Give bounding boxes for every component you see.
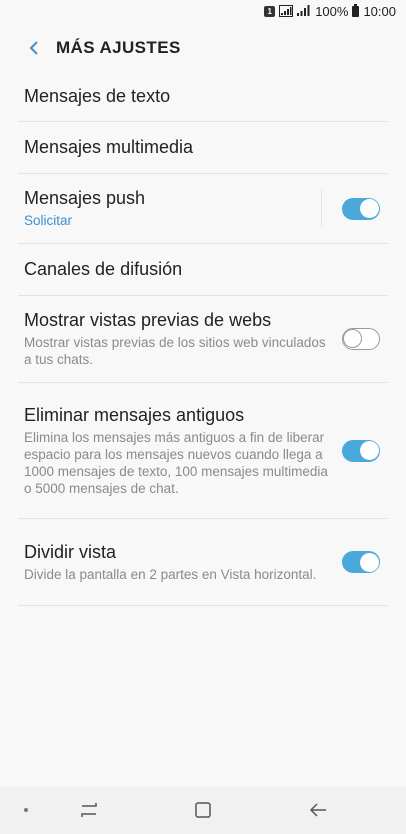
back-icon[interactable] xyxy=(308,800,330,825)
setting-title: Mensajes multimedia xyxy=(24,137,194,157)
setting-eliminar-mensajes[interactable]: Eliminar mensajes antiguos Elimina los m… xyxy=(18,383,388,519)
setting-canales-de-difusion[interactable]: Canales de difusión xyxy=(18,244,388,296)
setting-subtitle: Mostrar vistas previas de los sitios web… xyxy=(24,335,326,367)
push-toggle[interactable] xyxy=(342,197,380,220)
signal-icon xyxy=(297,5,311,17)
setting-vistas-previas[interactable]: Mostrar vistas previas de webs Mostrar v… xyxy=(18,296,388,383)
settings-list: Mensajes de texto Mensajes multimedia Me… xyxy=(0,72,406,606)
battery-percent: 100% xyxy=(315,3,349,19)
divider xyxy=(321,190,322,227)
battery-icon xyxy=(352,3,360,17)
dot-icon xyxy=(24,808,28,812)
setting-mensajes-de-texto[interactable]: Mensajes de texto xyxy=(18,72,388,122)
setting-mensajes-push[interactable]: Mensajes push Solicitar xyxy=(18,174,388,244)
arrow-left-icon[interactable] xyxy=(14,26,54,70)
status-bar: 1 100% 10:00 xyxy=(0,0,406,22)
setting-title: Mostrar vistas previas de webs xyxy=(24,310,272,330)
setting-title: Mensajes de texto xyxy=(24,86,171,106)
setting-title: Eliminar mensajes antiguos xyxy=(24,404,245,425)
setting-dividir-vista[interactable]: Dividir vista Divide la pantalla en 2 pa… xyxy=(18,519,388,606)
setting-subtitle: Solicitar xyxy=(24,213,73,228)
sim-icon: 1 xyxy=(264,5,276,17)
delete-old-toggle[interactable] xyxy=(342,439,380,462)
navigation-bar xyxy=(0,786,406,834)
setting-subtitle: Elimina los mensajes más antiguos a fin … xyxy=(24,429,328,496)
recent-apps-icon[interactable] xyxy=(78,800,100,825)
data-signal-icon xyxy=(279,5,294,17)
previews-toggle[interactable] xyxy=(342,328,380,350)
setting-title: Canales de difusión xyxy=(24,259,183,279)
setting-mensajes-multimedia[interactable]: Mensajes multimedia xyxy=(18,122,388,174)
split-view-toggle[interactable] xyxy=(342,551,380,573)
app-header: MÁS AJUSTES xyxy=(0,26,406,70)
setting-title: Dividir vista xyxy=(24,541,117,562)
home-icon[interactable] xyxy=(193,800,213,825)
setting-title: Mensajes push xyxy=(24,188,146,208)
clock: 10:00 xyxy=(363,3,396,19)
setting-subtitle: Divide la pantalla en 2 partes en Vista … xyxy=(24,566,317,582)
page-title: MÁS AJUSTES xyxy=(56,38,181,57)
